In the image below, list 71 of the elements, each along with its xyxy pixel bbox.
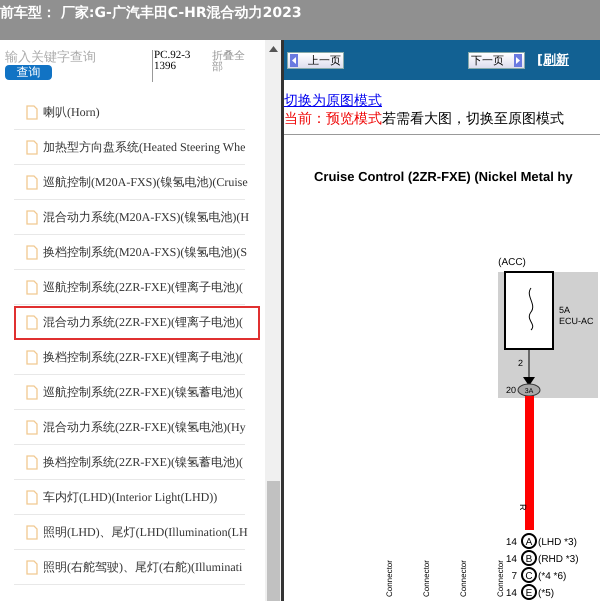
tree-item[interactable]: 巡航控制系统(2ZR-FXE)(锂离子电池)( (14, 271, 245, 305)
tree-item[interactable]: 车内灯(LHD)(Interior Light(LHD)) (14, 481, 245, 515)
document-icon (26, 315, 38, 330)
tree-item[interactable]: 照明(LHD)、尾灯(LHD(Illumination(LH (14, 516, 245, 550)
diagram-label: B (526, 554, 532, 565)
diagram-label: Connector (496, 560, 505, 597)
tree-item[interactable]: 巡航控制(M20A-FXS)(镍氢电池)(Cruise (14, 166, 245, 200)
diagram-label: ECU-AC (559, 316, 594, 326)
document-icon (26, 210, 38, 225)
diagram-label: (ACC) (498, 257, 526, 268)
document-icon (26, 175, 38, 190)
diagram-label: (RHD *3) (538, 554, 579, 565)
mode-status: 当前：预览模式 (284, 110, 382, 128)
document-icon (26, 525, 38, 540)
diagram-label: C (525, 571, 533, 582)
connector-icon (521, 567, 537, 583)
diagram-label: (LHD *3) (538, 537, 577, 548)
tree-item[interactable]: 加热型方向盘系统(Heated Steering Whe (14, 131, 245, 165)
left-arrow-icon (290, 54, 298, 66)
diagram-label: Connector (422, 560, 431, 597)
refresh-link[interactable]: [刷新 (537, 51, 569, 69)
document-icon (26, 245, 38, 260)
diagram-label: 7 (511, 571, 517, 582)
tree-item[interactable]: 巡航控制系统(2ZR-FXE)(镍氢蓄电池)( (14, 376, 245, 410)
previous-page-button[interactable]: 上一页 (287, 52, 344, 68)
next-page-button[interactable]: 下一页 (468, 52, 525, 68)
diagram-label: (*4 *6) (538, 571, 566, 582)
document-icon (26, 420, 38, 435)
connector-icon (518, 384, 540, 396)
diagram-label: (*5) (538, 588, 554, 599)
vehicle-title: 前车型： 厂家:G-广汽丰田C-HR混合动力2023 (0, 4, 302, 22)
diagram-label: Connector (385, 560, 394, 597)
tree-item[interactable]: 换档控制系统(2ZR-FXE)(镍氢蓄电池)( (14, 446, 245, 480)
diagram-label: E (526, 588, 532, 599)
diagram-label: Connector (459, 560, 468, 597)
scroll-up-icon[interactable] (268, 46, 278, 52)
document-icon (26, 490, 38, 505)
diagram-label: 14 (506, 537, 517, 548)
diagram-label: 2 (518, 358, 524, 368)
document-icon (26, 455, 38, 470)
part-number: PC.92-31396 (152, 50, 194, 82)
tree-item[interactable]: 换档控制系统(M20A-FXS)(镍氢电池)(S (14, 236, 245, 270)
search-button[interactable]: 查询 (5, 65, 52, 80)
tree-item[interactable]: 混合动力系统(2ZR-FXE)(镍氢电池)(Hy (14, 411, 245, 445)
mode-hint: 若需看大图，切换至原图模式 (382, 110, 564, 128)
tree-item[interactable]: 喇叭(Horn) (14, 96, 245, 130)
document-icon (26, 560, 38, 575)
document-icon (26, 105, 38, 120)
diagram-title: Cruise Control (2ZR-FXE) (Nickel Metal hy (314, 169, 574, 184)
diagram-label: 20 (506, 385, 516, 395)
document-icon (26, 140, 38, 155)
diagram-label: 14 (506, 588, 517, 599)
search-field[interactable]: 输入关键字查询 (5, 50, 125, 65)
original-mode-link[interactable]: 切换为原图模式 (284, 92, 382, 110)
diagram-label: R (518, 504, 528, 510)
document-icon (26, 280, 38, 295)
connector-icon (521, 533, 537, 549)
arrow-icon (523, 348, 535, 386)
tree-item[interactable]: 混合动力系统(2ZR-FXE)(锂离子电池)( (14, 306, 260, 340)
document-icon (26, 385, 38, 400)
scrollbar[interactable] (265, 40, 281, 601)
scrollbar-thumb[interactable] (266, 481, 280, 601)
connector-icon (521, 550, 537, 566)
tree-item[interactable]: 换档控制系统(2ZR-FXE)(锂离子电池)( (14, 341, 245, 375)
tree-item[interactable]: 照明(右舵驾驶)、尾灯(右舵)(Illuminati (14, 551, 245, 585)
diagram-label: A (526, 537, 532, 548)
document-icon (26, 350, 38, 365)
diagram-label: 5A (559, 305, 570, 315)
diagram-label: 14 (506, 554, 517, 565)
right-arrow-icon (514, 54, 522, 66)
connector-icon (521, 584, 537, 600)
